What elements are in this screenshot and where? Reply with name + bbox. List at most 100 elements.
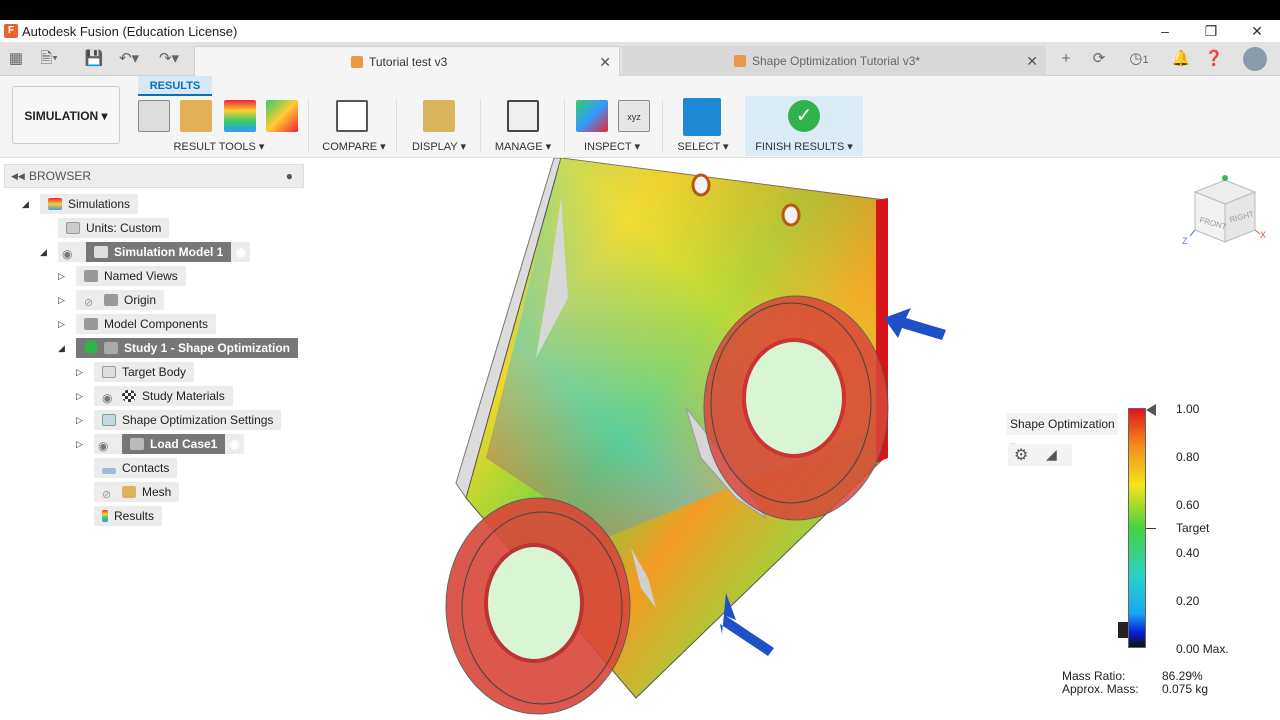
tree-study-materials[interactable]: ◉ Study Materials [94, 386, 233, 406]
legend-type-dropdown[interactable]: Shape Optimization ▾ [1006, 413, 1118, 453]
legend-max-slider[interactable] [1146, 404, 1156, 416]
workspace-switcher[interactable]: SIMULATION ▾ [12, 86, 120, 144]
expand-triangle-icon[interactable]: ▷ [76, 434, 83, 454]
manage-icon[interactable] [507, 100, 539, 132]
new-tab-icon[interactable]: + [1055, 48, 1077, 70]
tree-target-body[interactable]: Target Body [94, 362, 195, 382]
select-cursor-icon[interactable] [683, 98, 721, 136]
manage-group[interactable]: MANAGE ▾ [488, 100, 558, 156]
animate-icon[interactable] [138, 100, 170, 132]
plot-icon[interactable] [224, 100, 256, 132]
legend-min-slider[interactable] [1118, 622, 1128, 638]
inspect-group[interactable]: xyz INSPECT ▾ [570, 100, 654, 156]
minimize-button[interactable]: – [1142, 20, 1188, 42]
finish-results-group[interactable]: ✓ FINISH RESULTS ▾ [745, 100, 863, 156]
finish-results-label: FINISH RESULTS ▾ [755, 141, 853, 153]
result-tools-label: RESULT TOOLS ▾ [173, 141, 265, 153]
notifications-icon[interactable]: 🔔 [1170, 48, 1192, 70]
select-group[interactable]: SELECT ▾ [668, 98, 738, 156]
approx-mass-label: Approx. Mass: [1062, 682, 1139, 696]
collapse-triangle-icon[interactable]: ◢ [40, 242, 47, 262]
mass-ratio-label: Mass Ratio: [1062, 669, 1126, 683]
materials-icon [122, 390, 136, 402]
tree-contacts[interactable]: Contacts [94, 458, 178, 478]
results-icon [102, 510, 108, 522]
compare-icon[interactable] [336, 100, 368, 132]
tree-units[interactable]: Units: Custom [58, 218, 170, 238]
study-icon [104, 342, 118, 354]
activate-radio-icon[interactable]: ◉ [231, 242, 250, 262]
tree-named-views[interactable]: Named Views [76, 266, 186, 286]
ribbon-separator [662, 100, 663, 152]
result-tools-group[interactable]: RESULT TOOLS ▾ [134, 100, 304, 156]
collapse-panel-icon[interactable]: ◀◀ [11, 165, 25, 187]
expand-triangle-icon[interactable]: ▷ [76, 386, 83, 406]
tree-simulation-model[interactable]: ◉ Simulation Model 1 ◉ [58, 242, 250, 262]
compare-label: COMPARE ▾ [322, 141, 386, 153]
save-icon[interactable]: 💾 [83, 48, 105, 70]
display-group[interactable]: DISPLAY ▾ [404, 100, 474, 156]
redo-icon[interactable]: ↷▾ [158, 48, 180, 70]
gear-icon[interactable]: ⚙ [1014, 445, 1028, 465]
browser-options-icon[interactable]: ● [286, 165, 293, 187]
result-details-icon[interactable] [180, 100, 212, 132]
view-cube[interactable]: FRONT RIGHT Z X [1180, 170, 1270, 250]
user-avatar[interactable] [1243, 47, 1267, 71]
sync-icon[interactable]: ⟳ [1088, 48, 1110, 70]
help-icon[interactable]: ❓ [1203, 48, 1225, 70]
tree-mesh[interactable]: ⊘ Mesh [94, 482, 180, 502]
tree-load-case-1[interactable]: ◉ Load Case1 ◉ [94, 434, 244, 454]
mass-stats: Mass Ratio: 86.29% Approx. Mass: 0.075 k… [1062, 669, 1262, 699]
eye-icon[interactable]: ◉ [62, 244, 76, 261]
inspect-probe-icon[interactable] [576, 100, 608, 132]
undo-icon[interactable]: ↶▾ [118, 48, 140, 70]
tree-simulations[interactable]: Simulations [40, 194, 139, 214]
collapse-triangle-icon[interactable]: ◢ [58, 338, 65, 358]
xyz-icon[interactable]: xyz [618, 100, 650, 132]
checkmark-icon[interactable]: ✓ [788, 100, 820, 132]
display-label: DISPLAY ▾ [411, 141, 467, 153]
close-window-button[interactable]: ✕ [1234, 20, 1280, 42]
tab-label: Tutorial test v3 [369, 55, 448, 69]
legend-tools: ⚙ ◢ [1008, 444, 1072, 466]
tree-model-components[interactable]: Model Components [76, 314, 217, 334]
browser-header[interactable]: ◀◀ BROWSER ● [4, 164, 304, 188]
browser-title: BROWSER [29, 169, 92, 183]
tree-shape-optimization-settings[interactable]: Shape Optimization Settings [94, 410, 282, 430]
tree-study-1[interactable]: Study 1 - Shape Optimization [76, 338, 299, 358]
activate-radio-icon[interactable]: ◉ [225, 434, 244, 454]
job-status-icon[interactable]: ◷1 [1122, 48, 1156, 70]
ribbon-separator [480, 100, 481, 152]
tab-shape-optimization[interactable]: Shape Optimization Tutorial v3* ✕ [622, 46, 1046, 76]
fusion-logo-icon: F [4, 24, 18, 38]
tree-results[interactable]: Results [94, 506, 163, 526]
mass-ratio-value: 86.29% [1162, 669, 1203, 683]
close-tab-icon[interactable]: ✕ [1026, 46, 1038, 76]
adjust-icon[interactable]: ◢ [1046, 446, 1057, 463]
collapse-triangle-icon[interactable]: ◢ [22, 194, 29, 214]
display-icon[interactable] [423, 100, 455, 132]
tree-origin[interactable]: ⊘ Origin [76, 290, 165, 310]
compare-group[interactable]: COMPARE ▾ [316, 100, 392, 156]
restore-button[interactable]: ❐ [1188, 20, 1234, 42]
close-tab-icon[interactable]: ✕ [599, 47, 611, 77]
tab-results[interactable]: RESULTS [138, 76, 212, 96]
eye-icon[interactable]: ◉ [98, 436, 112, 453]
app-grid-icon[interactable]: ▦ [5, 48, 27, 70]
folder-icon [84, 270, 98, 282]
tab-tutorial-test[interactable]: Tutorial test v3 ✕ [194, 46, 620, 76]
expand-triangle-icon[interactable]: ▷ [58, 314, 65, 334]
file-menu-icon[interactable]: 🗎▾ [38, 48, 60, 70]
report-icon[interactable] [266, 100, 298, 132]
eye-icon[interactable]: ◉ [102, 388, 116, 405]
expand-triangle-icon[interactable]: ▷ [76, 410, 83, 430]
hidden-eye-icon[interactable]: ⊘ [84, 293, 98, 309]
expand-triangle-icon[interactable]: ▷ [58, 266, 65, 286]
hidden-eye-icon[interactable]: ⊘ [102, 485, 116, 501]
expand-triangle-icon[interactable]: ▷ [76, 362, 83, 382]
document-cube-icon [351, 56, 363, 68]
select-label: SELECT ▾ [677, 141, 729, 153]
legend-tick: 1.00 [1176, 402, 1200, 416]
expand-triangle-icon[interactable]: ▷ [58, 290, 65, 310]
title-bar: Autodesk Fusion (Education License) [0, 20, 1280, 42]
